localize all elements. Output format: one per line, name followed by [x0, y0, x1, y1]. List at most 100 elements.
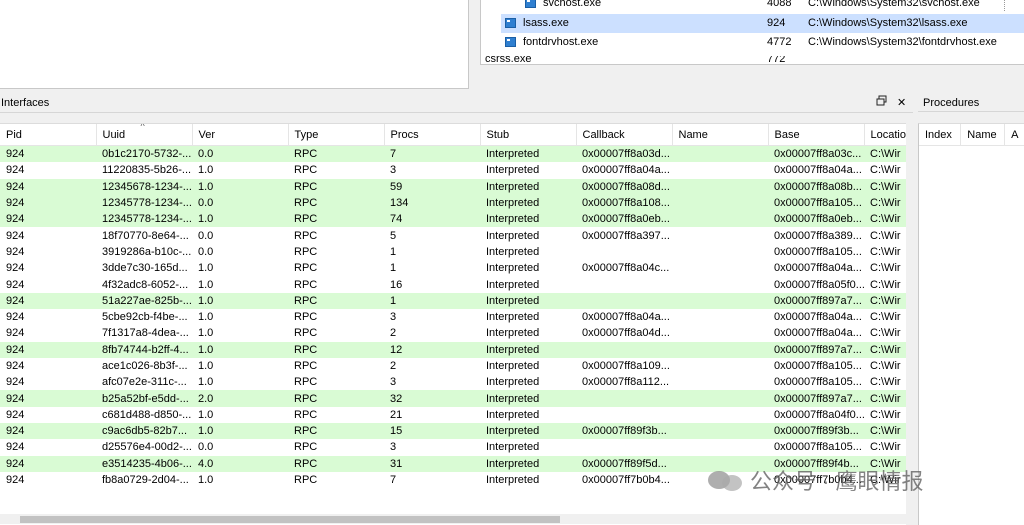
- table-row[interactable]: 924 12345778-1234-... 1.0 RPC 74 Interpreted 0…: [0, 211, 906, 228]
- process-path: C:\Windows\System32\svchost.exe: [808, 0, 980, 9]
- cell-ver: 1.0: [192, 423, 288, 440]
- cell-procs: 12: [384, 341, 480, 358]
- process-row[interactable]: svchost.exe 4088 C:\Windows\System32\svc…: [481, 0, 1024, 13]
- table-row[interactable]: 924 18f70770-8e64-... 0.0 RPC 5 Interpreted 0x…: [0, 227, 906, 243]
- table-row[interactable]: 924 4f32adc8-6052-... 1.0 RPC 16 Interpreted 0…: [0, 276, 906, 292]
- table-row[interactable]: 924 b25a52bf-e5dd-... 2.0 RPC 32 Interpreted 0…: [0, 390, 906, 407]
- cell-procs: 32: [384, 390, 480, 407]
- cell-ver: 1.0: [192, 341, 288, 358]
- column-header-location[interactable]: Location: [864, 124, 906, 146]
- cell-base: 0x00007ff89f3b...: [768, 423, 864, 440]
- column-header-name[interactable]: Name: [960, 124, 1006, 146]
- cell-location: C:\Wir: [870, 164, 901, 177]
- wechat-logo-icon: [706, 465, 744, 495]
- cell-callback: [576, 292, 672, 309]
- process-name: fontdrvhost.exe: [523, 36, 599, 48]
- cell-name: [672, 292, 768, 309]
- table-row[interactable]: 924 12345678-1234-... 1.0 RPC 59 Interpreted 0…: [0, 178, 906, 195]
- column-header-stub[interactable]: Stub: [480, 124, 577, 146]
- scrollbar-thumb[interactable]: [20, 516, 560, 523]
- top-left-pane: [0, 0, 469, 89]
- cell-procs: 3: [390, 441, 397, 454]
- cell-location: C:\Wir: [870, 360, 901, 372]
- cell-pid: 924: [6, 245, 25, 258]
- cell-pid: 924: [6, 441, 25, 454]
- interfaces-table: Pid ^ Uuid Ver Type Procs Stub Callback N…: [0, 124, 906, 488]
- cell-callback: 0x00007ff8a08d...: [576, 178, 672, 195]
- column-header-uuid[interactable]: ^ Uuid: [96, 124, 193, 146]
- table-row[interactable]: 924 8fb74744-b2ff-4... 1.0 RPC 12 Interpreted…: [0, 341, 906, 358]
- column-header-ver[interactable]: Ver: [192, 124, 289, 146]
- cell-stub: Interpreted: [480, 194, 576, 212]
- cell-uuid: 5cbe92cb-f4be-...: [102, 311, 188, 324]
- close-icon[interactable]: ✕: [897, 94, 906, 112]
- cell-procs: 1: [384, 292, 480, 309]
- cell-pid: 924: [6, 327, 25, 340]
- table-row[interactable]: 924 ace1c026-8b3f-... 1.0 RPC 2 Interpreted 0x…: [0, 358, 906, 374]
- cell-stub: Interpreted: [486, 278, 540, 291]
- cell-location: C:\Wir: [870, 311, 901, 324]
- cell-procs: 21: [390, 408, 403, 421]
- column-header-type[interactable]: Type: [288, 124, 385, 146]
- cell-name: [672, 374, 768, 390]
- column-header-base[interactable]: Base: [768, 124, 865, 146]
- cell-procs: 16: [390, 278, 403, 291]
- table-row[interactable]: 924 0b1c2170-5732-... 0.0 RPC 7 Interpreted 0x…: [0, 145, 906, 163]
- horizontal-scrollbar[interactable]: [0, 514, 906, 524]
- column-header-pid[interactable]: Pid: [0, 124, 97, 146]
- cell-uuid: ace1c026-8b3f-...: [102, 360, 188, 372]
- cell-stub: Interpreted: [480, 455, 576, 472]
- cell-base: 0x00007ff8a105...: [774, 441, 862, 454]
- process-row-selected[interactable]: lsass.exe 924 C:\Windows\System32\lsass.…: [501, 14, 1024, 33]
- table-row[interactable]: 924 51a227ae-825b-... 1.0 RPC 1 Interpreted 0x…: [0, 292, 906, 309]
- cell-pid: 924: [0, 194, 96, 212]
- cell-base: 0x00007ff8a04a...: [774, 327, 862, 340]
- cell-base: 0x00007ff8a389...: [774, 229, 862, 242]
- cell-callback: 0x00007ff7b0b4...: [582, 474, 670, 487]
- cell-callback: 0x00007ff8a04a...: [582, 311, 670, 324]
- cell-location: C:\Wir: [864, 211, 906, 228]
- table-row[interactable]: 924 c9ac6db5-82b7... 1.0 RPC 15 Interpreted 0x…: [0, 423, 906, 440]
- cell-ver: 1.0: [192, 178, 288, 195]
- cell-ver: 1.0: [198, 474, 214, 487]
- cell-type: RPC: [294, 474, 318, 487]
- cell-type: RPC: [288, 423, 384, 440]
- cell-stub: Interpreted: [480, 145, 576, 163]
- process-row[interactable]: csrss.exe 772: [481, 56, 1024, 64]
- cell-ver: 0.0: [198, 229, 214, 242]
- cell-uuid: 18f70770-8e64-...: [102, 229, 189, 242]
- process-row[interactable]: fontdrvhost.exe 4772 C:\Windows\System32…: [481, 33, 1024, 52]
- cell-uuid: 0b1c2170-5732-...: [96, 145, 192, 163]
- cell-type: RPC: [294, 262, 318, 275]
- cell-name: [672, 276, 768, 292]
- cell-uuid: 12345778-1234-...: [96, 211, 192, 228]
- cell-pid: 924: [6, 262, 25, 275]
- cell-callback: 0x00007ff8a0eb...: [576, 211, 672, 228]
- cell-procs: 1: [390, 262, 397, 275]
- cell-pid: 924: [6, 474, 25, 487]
- table-row[interactable]: 924 3919286a-b10c-... 0.0 RPC 1 Interpreted 0x…: [0, 244, 906, 260]
- cell-pid: 924: [6, 360, 25, 372]
- cell-uuid: c681d488-d850-...: [102, 408, 192, 421]
- table-row[interactable]: 924 7f1317a8-4dea-... 1.0 RPC 2 Interpreted 0x…: [0, 325, 906, 341]
- cell-base: 0x00007ff8a105...: [774, 245, 862, 258]
- table-row[interactable]: 924 11220835-5b26-... 1.0 RPC 3 Interpreted 0x…: [0, 162, 906, 178]
- cell-location: C:\Wir: [864, 145, 906, 163]
- table-row[interactable]: 924 3dde7c30-165d... 1.0 RPC 1 Interpreted 0x0…: [0, 260, 906, 276]
- table-row[interactable]: 924 12345778-1234-... 0.0 RPC 134 Interpreted…: [0, 194, 906, 212]
- table-row[interactable]: 924 c681d488-d850-... 1.0 RPC 21 Interpreted 0…: [0, 407, 906, 423]
- cell-uuid: 11220835-5b26-...: [102, 164, 192, 177]
- cell-procs: 134: [384, 194, 480, 212]
- column-header-procs[interactable]: Procs: [384, 124, 481, 146]
- table-row[interactable]: 924 5cbe92cb-f4be-... 1.0 RPC 3 Interpreted 0x…: [0, 309, 906, 325]
- column-header-name[interactable]: Name: [672, 124, 769, 146]
- column-header-index[interactable]: Index: [919, 124, 962, 146]
- column-header-address[interactable]: A: [1004, 124, 1024, 146]
- process-list: svchost.exe 4088 C:\Windows\System32\svc…: [480, 0, 1024, 65]
- table-row[interactable]: 924 afc07e2e-311c-... 1.0 RPC 3 Interpreted 0x…: [0, 374, 906, 390]
- column-header-callback[interactable]: Callback: [576, 124, 673, 146]
- table-row[interactable]: 924 d25576e4-00d2-... 0.0 RPC 3 Interpreted 0x…: [0, 439, 906, 455]
- watermark: 公众号 · 鹰眼情报: [706, 462, 924, 498]
- cell-pid: 924: [0, 292, 96, 309]
- restore-window-icon[interactable]: [876, 94, 887, 112]
